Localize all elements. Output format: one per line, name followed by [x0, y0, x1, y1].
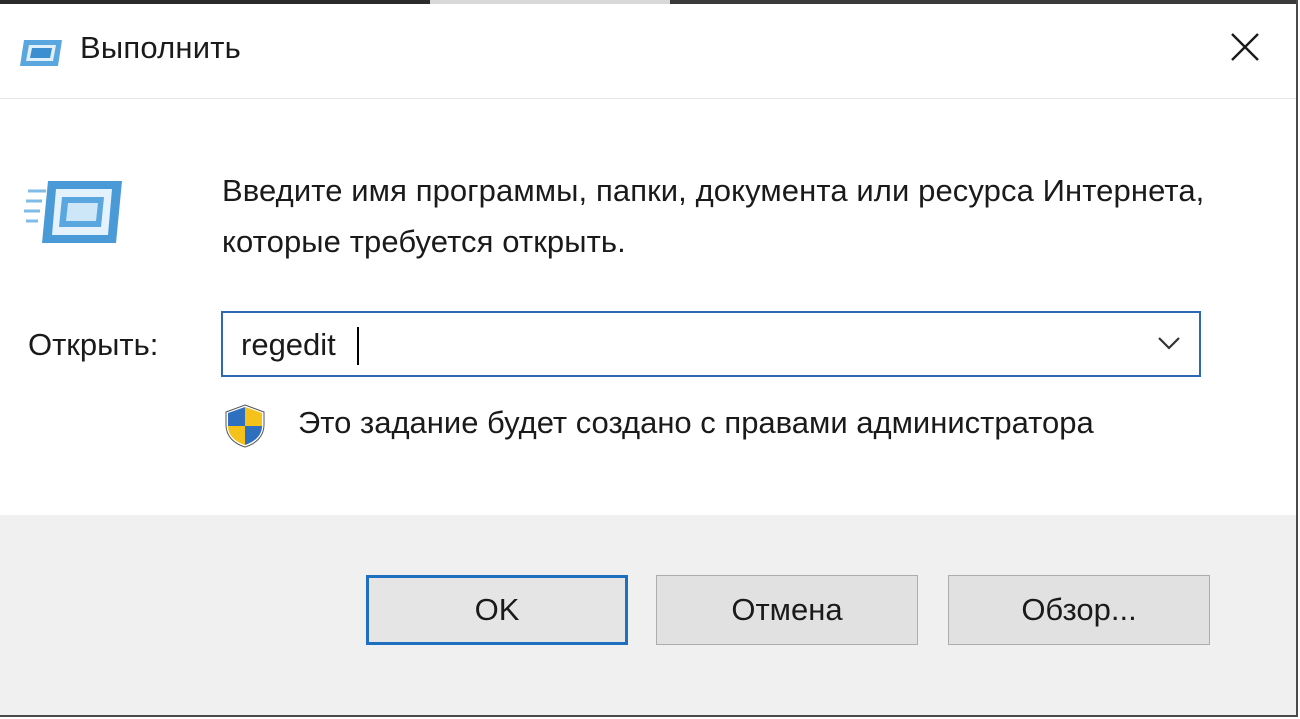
window-title: Выполнить: [80, 30, 241, 65]
title-bar[interactable]: Выполнить: [0, 4, 1296, 99]
ok-button[interactable]: OK: [366, 575, 628, 645]
cancel-button[interactable]: Отмена: [656, 575, 918, 645]
open-input[interactable]: [241, 325, 1101, 365]
browse-button[interactable]: Обзор...: [948, 575, 1210, 645]
button-bar: OK Отмена Обзор...: [0, 515, 1296, 715]
run-dialog: Выполнить Введите имя программы, папки, …: [0, 0, 1298, 717]
admin-note: Это задание будет создано с правами адми…: [298, 405, 1094, 440]
instruction-text: Введите имя программы, папки, документа …: [222, 173, 1205, 259]
open-combobox[interactable]: [221, 311, 1201, 377]
run-icon: [24, 177, 134, 247]
open-field-label: Открыть:: [28, 327, 159, 362]
close-button[interactable]: [1212, 14, 1276, 78]
dropdown-button[interactable]: [1141, 315, 1197, 373]
run-icon: [18, 38, 64, 68]
uac-shield-icon: [222, 403, 268, 449]
close-icon: [1231, 33, 1259, 61]
dialog-body: Введите имя программы, папки, документа …: [0, 99, 1296, 515]
chevron-down-icon: [1158, 337, 1180, 350]
text-caret: [357, 327, 359, 365]
